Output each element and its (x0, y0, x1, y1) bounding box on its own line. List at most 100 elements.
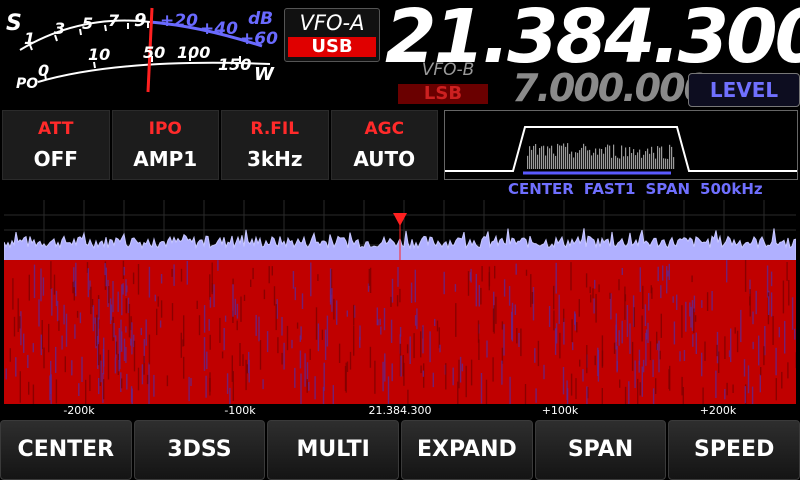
filter-scope-bar (643, 154, 645, 169)
waterfall-streak (262, 379, 264, 390)
waterfall-streak (682, 387, 684, 404)
waterfall-streak (72, 281, 74, 294)
waterfall-streak (642, 359, 645, 373)
waterfall-streak (639, 267, 641, 292)
filter-scope-bar (621, 145, 623, 169)
waterfall-streak (65, 313, 68, 347)
rfil-cell[interactable]: R.FIL 3kHz (221, 110, 329, 180)
s-tick-1: 1 (24, 29, 35, 48)
waterfall-streak (548, 306, 551, 327)
scope-speed[interactable]: FAST1 (584, 180, 636, 198)
waterfall-streak (306, 362, 309, 382)
waterfall-streak (121, 331, 123, 352)
waterfall-streak (104, 263, 106, 276)
waterfall-streak (126, 373, 128, 390)
agc-cell[interactable]: AGC AUTO (330, 110, 438, 180)
waterfall-streak (645, 329, 648, 340)
waterfall-streak (593, 298, 595, 314)
waterfall-streak (211, 283, 213, 295)
waterfall-streak (537, 340, 540, 367)
filter-scope-bar (615, 155, 617, 169)
waterfall-streak (559, 332, 561, 359)
filter-scope-bar (625, 147, 627, 169)
span-button[interactable]: SPAN (534, 420, 667, 480)
waterfall-streak (402, 355, 404, 377)
filter-scope-bar (641, 157, 643, 169)
waterfall-streak (240, 296, 242, 322)
ipo-cell[interactable]: IPO AMP1 (111, 110, 219, 180)
center-button[interactable]: CENTER (0, 420, 132, 480)
waterfall-streak (579, 359, 581, 367)
vfo-a-mode[interactable]: USB (288, 37, 376, 57)
waterfall-streak (422, 325, 424, 354)
filter-scope-bar (651, 146, 653, 169)
ipo-value: AMP1 (133, 147, 198, 171)
scope-mode[interactable]: CENTER (508, 180, 574, 198)
waterfall-streak (416, 308, 418, 330)
waterfall-streak (649, 341, 652, 361)
waterfall-streak (28, 381, 30, 395)
level-button[interactable]: LEVEL (688, 73, 800, 107)
waterfall-streak (795, 352, 796, 369)
att-cell[interactable]: ATT OFF (2, 110, 110, 180)
filter-scope[interactable] (444, 110, 798, 180)
waterfall-streak (143, 355, 145, 375)
waterfall-streak (758, 335, 760, 366)
waterfall-streak (326, 315, 329, 347)
waterfall-streak (217, 260, 219, 271)
s-tick-3: 3 (54, 19, 65, 38)
waterfall-streak (132, 272, 135, 285)
vfo-a-box[interactable]: VFO-A USB (284, 8, 380, 62)
scope-span-value[interactable]: 500kHz (700, 180, 763, 198)
waterfall-streak (55, 379, 58, 404)
waterfall-streak (728, 350, 731, 358)
waterfall-streak (478, 285, 480, 307)
waterfall-streak (292, 271, 295, 289)
filter-scope-bar (583, 143, 585, 169)
waterfall-streak (734, 327, 736, 334)
waterfall-streak (117, 291, 119, 312)
filter-scope-bar (637, 152, 639, 169)
waterfall-streak (706, 292, 709, 311)
waterfall-streak (791, 297, 794, 330)
function-panel: ATT OFF IPO AMP1 R.FIL 3kHz AGC AUTO (2, 110, 438, 180)
3dss-button[interactable]: 3DSS (133, 420, 266, 480)
waterfall-streak (71, 360, 73, 376)
multi-button[interactable]: MULTI (267, 420, 400, 480)
waterfall-streak (299, 335, 301, 342)
waterfall-streak (221, 351, 224, 359)
filter-scope-bar (541, 146, 543, 169)
axis-label-center: 21.384.300 (368, 404, 432, 417)
waterfall-streak (123, 338, 126, 361)
spectrum-waterfall[interactable] (4, 200, 796, 404)
waterfall-streak (97, 342, 100, 366)
scope-info: CENTER FAST1 SPAN 500kHz (508, 180, 800, 198)
waterfall-streak (277, 337, 279, 354)
rfil-title: R.FIL (250, 119, 300, 139)
waterfall-streak (382, 361, 384, 392)
filter-scope-bar (555, 155, 557, 169)
waterfall-streak (186, 260, 188, 285)
waterfall-streak (396, 295, 399, 307)
waterfall-streak (639, 382, 641, 396)
waterfall-streak (213, 284, 215, 308)
filter-scope-bar (537, 154, 539, 169)
waterfall-streak (148, 334, 151, 365)
waterfall-streak (749, 289, 751, 317)
expand-button[interactable]: EXPAND (401, 420, 533, 480)
s-tick-5: 5 (82, 14, 93, 33)
speed-button[interactable]: SPEED (668, 420, 800, 480)
vfo-b-frequency[interactable]: 7.000.000 (512, 66, 710, 110)
s-tick-9: 9 (134, 10, 147, 31)
waterfall-streak (508, 286, 511, 306)
db-tick-60: +60 (240, 29, 278, 49)
waterfall-streak (32, 384, 35, 404)
waterfall-streak (98, 299, 100, 320)
vfo-b-mode[interactable]: LSB (398, 84, 488, 104)
filter-scope-bar (547, 146, 549, 169)
waterfall-streak (387, 376, 390, 404)
waterfall-streak (353, 304, 355, 326)
waterfall-streak (146, 374, 149, 385)
waterfall-streak (203, 305, 206, 333)
waterfall-streak (554, 328, 557, 355)
